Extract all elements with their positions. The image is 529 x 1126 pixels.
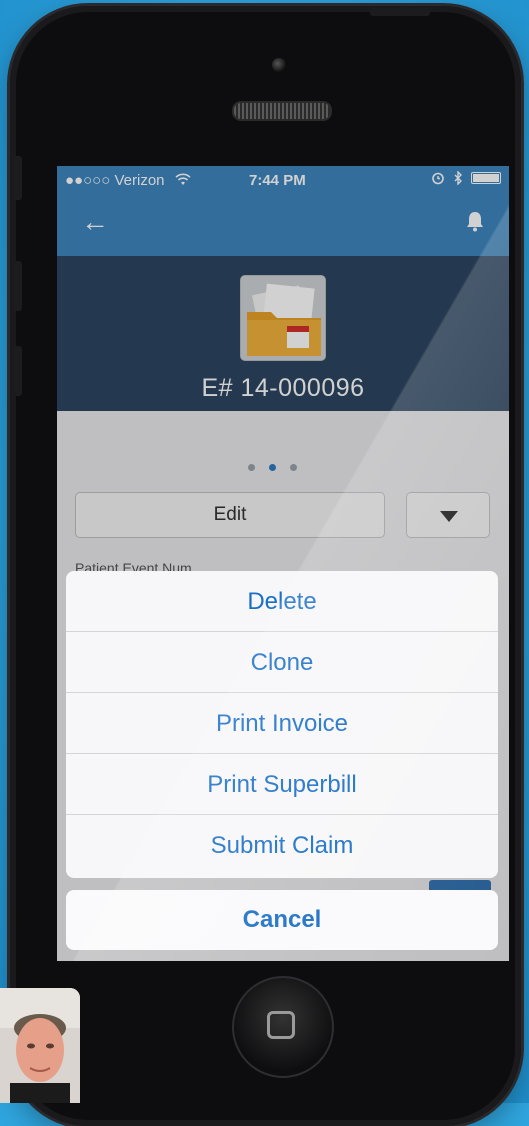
- cancel-button[interactable]: Cancel: [66, 890, 498, 950]
- home-button[interactable]: [232, 976, 334, 1078]
- print-invoice-button[interactable]: Print Invoice: [66, 693, 498, 754]
- submit-claim-button[interactable]: Submit Claim: [66, 815, 498, 876]
- phone-screen: ●●○○○ Verizon 7:44 PM ← E# 14-000096 Edi…: [57, 166, 509, 961]
- print-superbill-button[interactable]: Print Superbill: [66, 754, 498, 815]
- volume-down-button: [14, 346, 22, 396]
- front-camera: [272, 58, 286, 72]
- clone-button[interactable]: Clone: [66, 632, 498, 693]
- volume-up-button: [14, 261, 22, 311]
- home-square-icon: [267, 1011, 295, 1039]
- delete-button[interactable]: Delete: [66, 571, 498, 632]
- mute-switch: [14, 156, 22, 200]
- webcam-overlay: [0, 988, 80, 1103]
- phone-frame: ●●○○○ Verizon 7:44 PM ← E# 14-000096 Edi…: [10, 6, 521, 1126]
- earpiece-speaker: [232, 101, 332, 121]
- action-sheet: Delete Clone Print Invoice Print Superbi…: [66, 571, 498, 878]
- power-button: [370, 8, 430, 16]
